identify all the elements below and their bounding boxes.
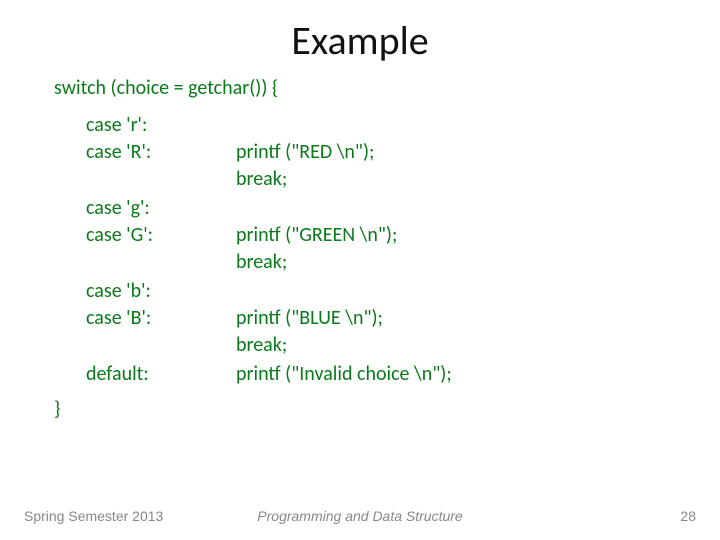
case-actions: printf ("Invalid choice \n"); <box>236 361 452 388</box>
case-block: case 'b': case 'B': printf ("BLUE \n"); … <box>54 278 720 361</box>
case-labels: default: <box>86 361 236 388</box>
case-line: case 'g': <box>86 195 236 222</box>
footer-page-number: 28 <box>680 508 696 524</box>
case-line: case 'r': <box>86 112 236 139</box>
action-line: printf ("RED \n"); <box>236 139 374 166</box>
case-actions: printf ("RED \n"); break; <box>236 112 374 193</box>
code-content: switch (choice = getchar()) { case 'r': … <box>0 75 720 423</box>
case-line: case 'G': <box>86 222 236 249</box>
footer-left: Spring Semester 2013 <box>24 508 163 524</box>
blank-line <box>236 112 374 139</box>
slide-title: Example <box>0 0 720 75</box>
case-actions: printf ("GREEN \n"); break; <box>236 195 397 276</box>
case-actions: printf ("BLUE \n"); break; <box>236 278 383 359</box>
action-line: break; <box>236 166 374 193</box>
case-block: case 'r': case 'R': printf ("RED \n"); b… <box>54 112 720 195</box>
case-line: default: <box>86 361 236 388</box>
action-line: printf ("Invalid choice \n"); <box>236 361 452 388</box>
blank-line <box>236 195 397 222</box>
case-labels: case 'g': case 'G': <box>86 195 236 276</box>
action-line: break; <box>236 249 397 276</box>
action-line: break; <box>236 332 383 359</box>
case-line: case 'B': <box>86 305 236 332</box>
close-brace: } <box>54 390 720 423</box>
case-line: case 'R': <box>86 139 236 166</box>
action-line: printf ("BLUE \n"); <box>236 305 383 332</box>
case-block: case 'g': case 'G': printf ("GREEN \n");… <box>54 195 720 278</box>
slide: Example switch (choice = getchar()) { ca… <box>0 0 720 540</box>
case-labels: case 'b': case 'B': <box>86 278 236 359</box>
slide-footer: Spring Semester 2013 Programming and Dat… <box>0 508 720 524</box>
case-block: default: printf ("Invalid choice \n"); <box>54 361 720 390</box>
action-line: printf ("GREEN \n"); <box>236 222 397 249</box>
blank-line <box>236 278 383 305</box>
case-labels: case 'r': case 'R': <box>86 112 236 193</box>
case-line: case 'b': <box>86 278 236 305</box>
switch-statement: switch (choice = getchar()) { <box>54 75 720 112</box>
footer-center: Programming and Data Structure <box>257 508 462 524</box>
